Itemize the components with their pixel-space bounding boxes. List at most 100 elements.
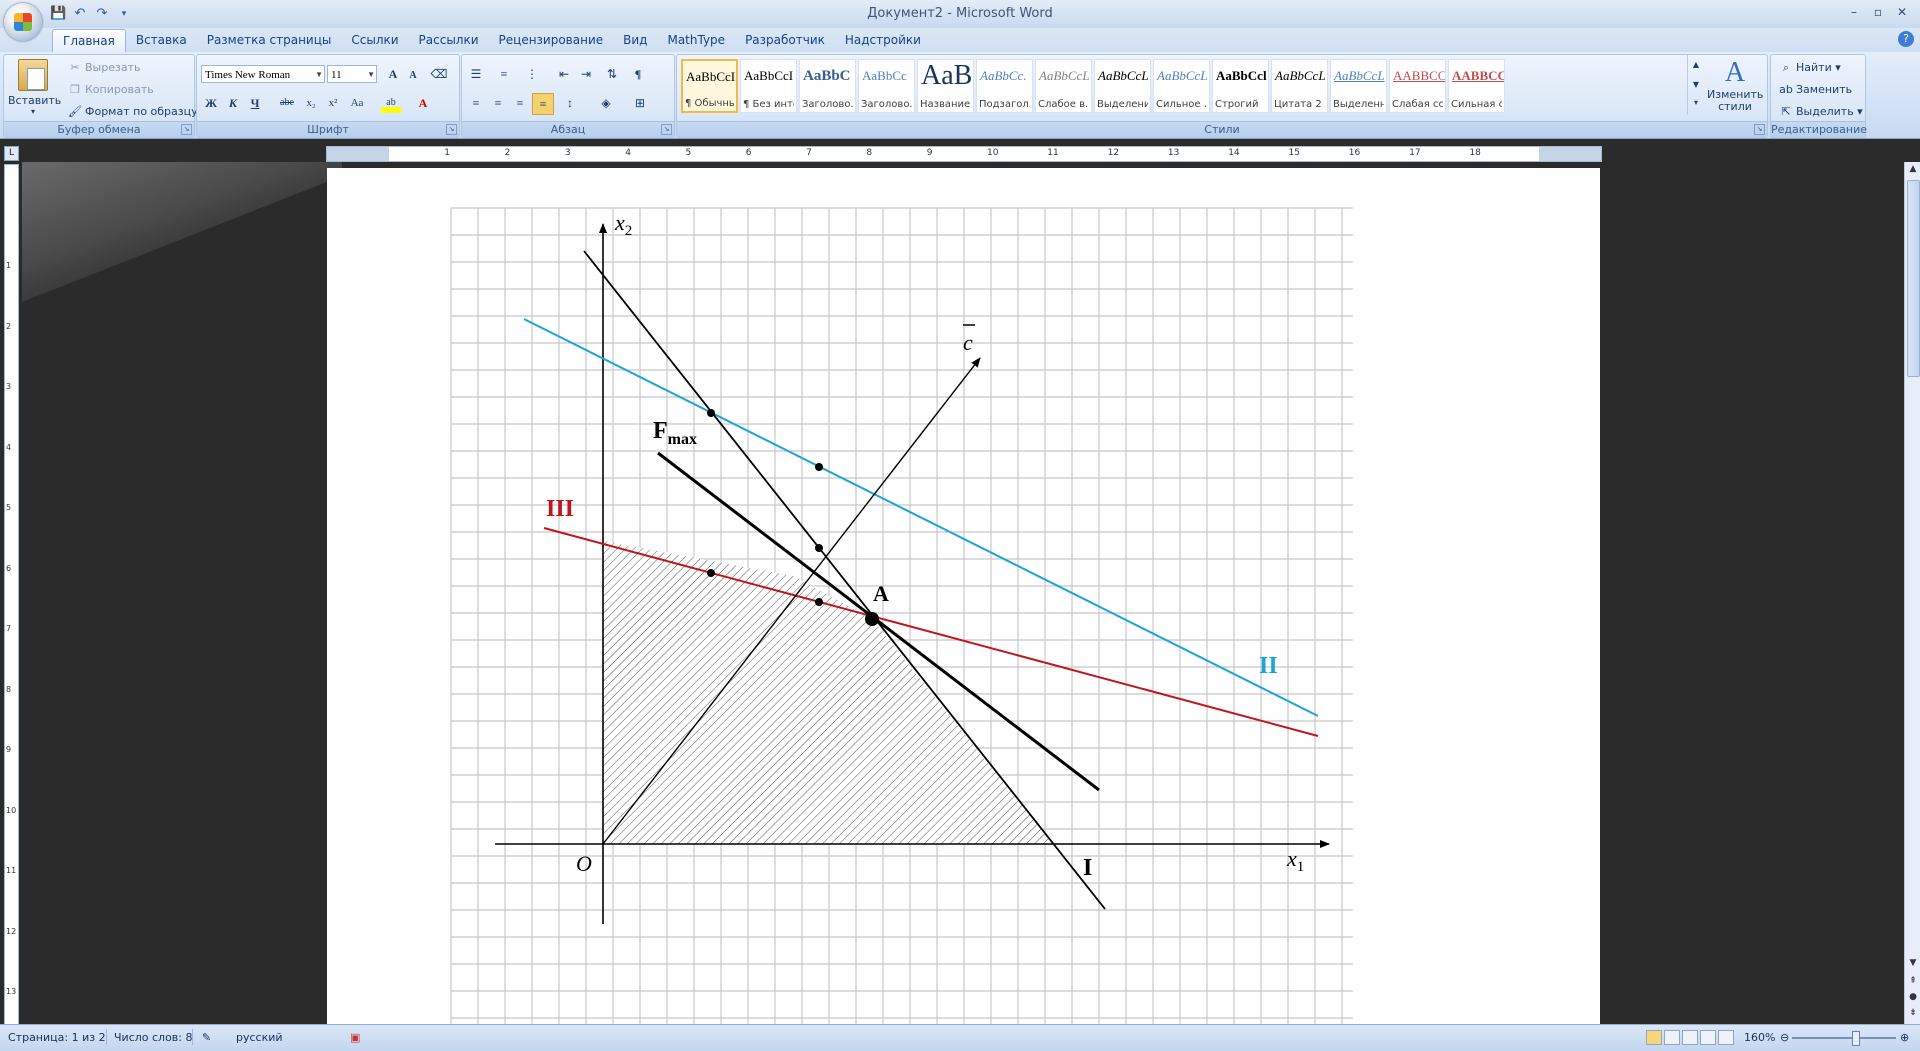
language[interactable]: русский xyxy=(236,1031,283,1044)
style-tile[interactable]: AaBbC Заголово... xyxy=(799,59,856,113)
tab-review[interactable]: Рецензирование xyxy=(489,28,614,52)
tab-home[interactable]: Главная xyxy=(52,29,126,53)
word-count[interactable]: Число слов: 8 xyxy=(114,1031,193,1044)
line-spacing-icon[interactable]: ↕ xyxy=(560,93,580,113)
macro-record-icon[interactable]: ▣ xyxy=(350,1031,360,1044)
style-tile[interactable]: AaB Название xyxy=(917,59,974,113)
italic-button[interactable]: К xyxy=(223,93,243,113)
style-tile[interactable]: AaBbCcL Сильное ... xyxy=(1153,59,1210,113)
borders-icon[interactable]: ⊞ xyxy=(630,93,650,113)
sort-icon[interactable]: ⇅ xyxy=(602,64,622,84)
vertical-scrollbar[interactable]: ▲ ▼ ⇞ ● ⇟ xyxy=(1904,162,1920,1024)
draft-view-icon[interactable] xyxy=(1718,1030,1734,1045)
zoom-slider[interactable] xyxy=(1792,1037,1896,1039)
help-icon[interactable]: ? xyxy=(1898,31,1914,47)
highlight-icon[interactable]: ab xyxy=(381,93,401,113)
tab-mathtype[interactable]: MathType xyxy=(657,28,735,52)
numbering-icon[interactable]: ≡ xyxy=(494,64,514,84)
tab-addins[interactable]: Надстройки xyxy=(835,28,931,52)
zoom-out-icon[interactable]: ⊖ xyxy=(1780,1031,1789,1044)
replace-button[interactable]: ab Заменить xyxy=(1779,83,1852,96)
tab-insert[interactable]: Вставка xyxy=(126,28,197,52)
full-screen-view-icon[interactable] xyxy=(1664,1030,1680,1045)
select-button[interactable]: ⇱ Выделить ▾ xyxy=(1779,105,1862,118)
clipboard-launcher-icon[interactable]: ↘ xyxy=(181,124,192,135)
bullets-icon[interactable]: ☰ xyxy=(466,64,486,84)
styles-launcher-icon[interactable]: ↘ xyxy=(1754,124,1765,135)
outline-view-icon[interactable] xyxy=(1700,1030,1716,1045)
superscript-button[interactable]: x² xyxy=(323,93,343,113)
decrease-indent-icon[interactable]: ⇤ xyxy=(554,64,574,84)
shrink-font-button[interactable]: A xyxy=(403,66,423,86)
shading-icon[interactable]: ◈ xyxy=(596,93,616,113)
style-tile[interactable]: AaBbCcL Выделенн... xyxy=(1330,59,1387,113)
web-layout-view-icon[interactable] xyxy=(1682,1030,1698,1045)
paste-button[interactable]: Вставить ▾ xyxy=(8,59,61,116)
tab-view[interactable]: Вид xyxy=(613,28,657,52)
bold-button[interactable]: Ж xyxy=(201,93,221,113)
scroll-up-icon[interactable]: ▲ xyxy=(1905,162,1920,176)
style-tile[interactable]: AaBbCcL Цитата 2 xyxy=(1271,59,1328,113)
style-tile[interactable]: AaBbCc Заголово... xyxy=(858,59,915,113)
gallery-scroll[interactable]: ▲ ▼ ▾ xyxy=(1687,55,1704,115)
tab-page-layout[interactable]: Разметка страницы xyxy=(197,28,342,52)
justify-icon[interactable]: ≡ xyxy=(532,93,554,115)
restore-button[interactable]: ▫ xyxy=(1866,2,1890,22)
style-tile[interactable]: AABBCC Сильная с... xyxy=(1448,59,1505,113)
show-formatting-icon[interactable]: ¶ xyxy=(628,64,648,84)
multilevel-list-icon[interactable]: ⋮ xyxy=(522,64,542,84)
prev-page-icon[interactable]: ⇞ xyxy=(1905,974,1920,988)
font-launcher-icon[interactable]: ↘ xyxy=(446,124,457,135)
office-button[interactable] xyxy=(4,3,42,41)
style-tile[interactable]: AABBCCI Слабая сс... xyxy=(1389,59,1446,113)
underline-button[interactable]: Ч xyxy=(245,93,265,113)
tab-developer[interactable]: Разработчик xyxy=(735,28,835,52)
chevron-down-icon[interactable]: ▼ xyxy=(1688,75,1704,95)
subscript-button[interactable]: x₂ xyxy=(301,93,321,113)
zoom-in-icon[interactable]: ⊕ xyxy=(1900,1031,1909,1044)
increase-indent-icon[interactable]: ⇥ xyxy=(576,64,596,84)
copy-button[interactable]: ❐ Копировать xyxy=(68,83,154,96)
tab-mailings[interactable]: Рассылки xyxy=(409,28,489,52)
tab-references[interactable]: Ссылки xyxy=(341,28,408,52)
style-tile[interactable]: AaBbCcI ¶ Без инте... xyxy=(740,59,797,113)
next-page-icon[interactable]: ⇟ xyxy=(1905,1006,1920,1020)
zoom-level[interactable]: 160% xyxy=(1744,1031,1775,1044)
tab-selector[interactable]: L xyxy=(4,146,19,161)
document-page[interactable]: x2 x1 O c Fmax A I II III xyxy=(327,168,1600,1024)
style-tile[interactable]: AaBbCcL Слабое в... xyxy=(1035,59,1092,113)
horizontal-ruler[interactable]: 1 2 3 4 5 6 7 8 9 10 11 12 13 14 15 16 17 18 xyxy=(326,146,1602,162)
vertical-ruler[interactable]: 1 2 3 4 5 6 7 8 9 10 11 12 13 xyxy=(4,164,19,1026)
scroll-thumb[interactable] xyxy=(1907,180,1920,377)
find-button[interactable]: ⌕ Найти ▾ xyxy=(1779,61,1841,75)
change-case-button[interactable]: Aa xyxy=(347,93,367,113)
grow-font-button[interactable]: A xyxy=(383,64,403,84)
font-color-icon[interactable]: A xyxy=(413,93,433,113)
style-tile[interactable]: AaBbCcl Строгий xyxy=(1212,59,1269,113)
replace-label: Заменить xyxy=(1796,83,1853,96)
align-left-icon[interactable]: ≡ xyxy=(466,93,486,113)
minimize-button[interactable]: – xyxy=(1842,2,1866,22)
proofing-icon[interactable]: ✎ xyxy=(202,1031,211,1044)
format-painter-button[interactable]: 🖌 Формат по образцу xyxy=(68,105,198,118)
cut-button[interactable]: ✂ Вырезать xyxy=(68,61,140,74)
style-tile[interactable]: AaBbCc. Подзагол... xyxy=(976,59,1033,113)
style-tile[interactable]: AaBbCcI ¶ Обычный xyxy=(681,59,738,113)
chevron-up-icon[interactable]: ▲ xyxy=(1688,55,1704,75)
more-icon[interactable]: ▾ xyxy=(1688,95,1704,111)
align-center-icon[interactable]: ≡ xyxy=(488,93,508,113)
browse-object-icon[interactable]: ● xyxy=(1905,990,1920,1004)
scroll-down-icon[interactable]: ▼ xyxy=(1905,956,1920,970)
page-count[interactable]: Страница: 1 из 2 xyxy=(8,1031,106,1044)
close-button[interactable]: ✕ xyxy=(1890,2,1914,22)
font-size-box[interactable]: 11 ▼ xyxy=(327,65,377,83)
clear-format-icon[interactable]: ⌫ xyxy=(429,64,449,84)
strikethrough-button[interactable]: abe xyxy=(277,93,297,113)
style-tile[interactable]: AaBbCcL Выделение xyxy=(1094,59,1151,113)
font-name-box[interactable]: Times New Roman ▼ xyxy=(201,65,325,83)
paragraph-launcher-icon[interactable]: ↘ xyxy=(661,124,672,135)
align-right-icon[interactable]: ≡ xyxy=(510,93,530,113)
change-styles-button[interactable]: A Изменить стили xyxy=(1707,57,1763,113)
zoom-slider-thumb[interactable] xyxy=(1852,1031,1860,1046)
print-layout-view-icon[interactable] xyxy=(1646,1030,1662,1045)
